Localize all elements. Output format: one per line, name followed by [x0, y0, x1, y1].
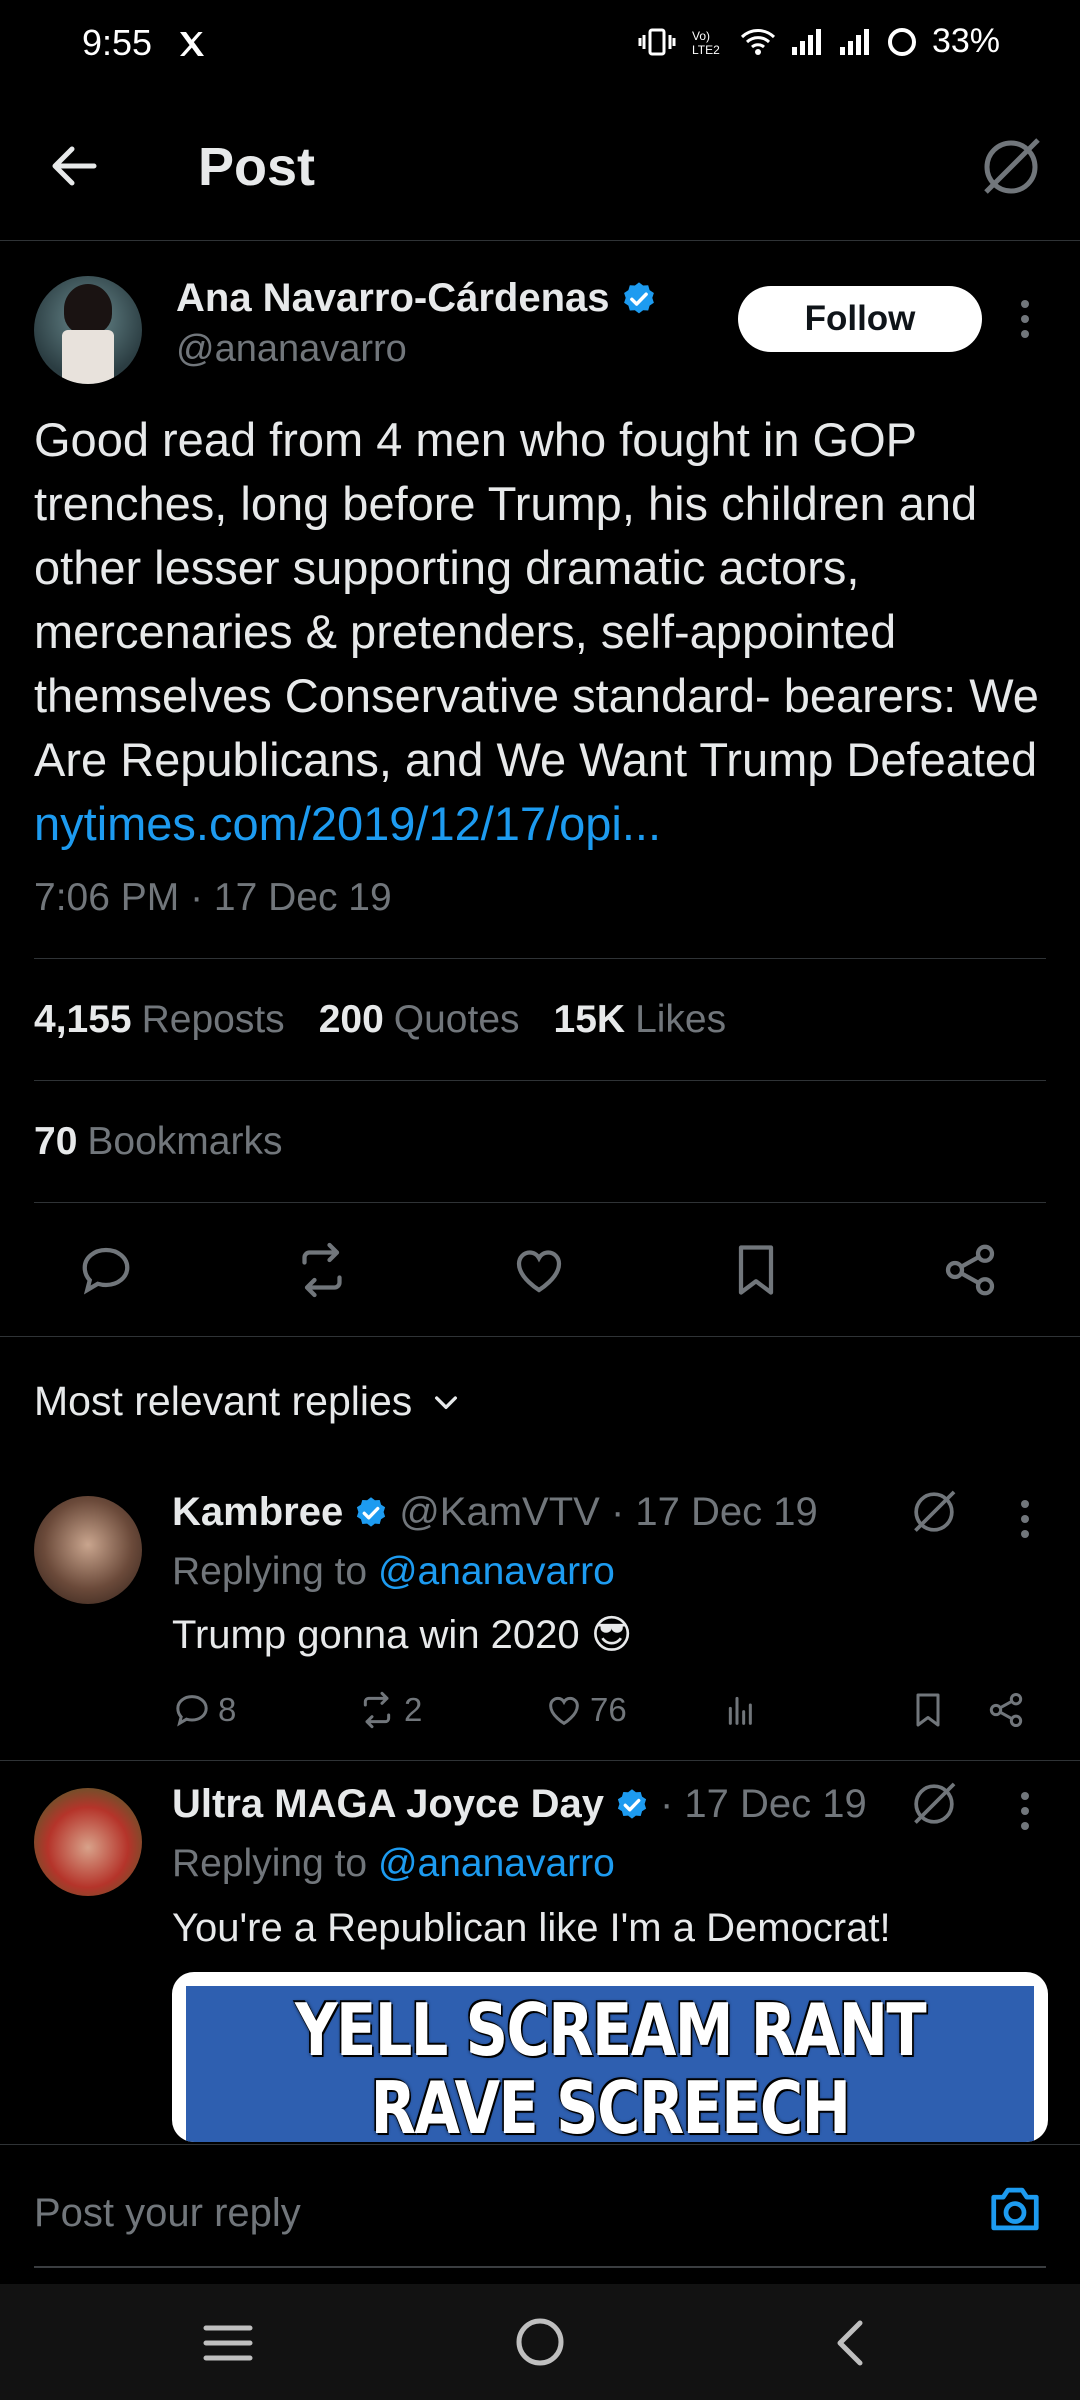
- post-body: Good read from 4 men who fought in GOP t…: [34, 413, 1039, 786]
- header-divider: [0, 240, 1080, 241]
- verified-badge-icon: [614, 1787, 650, 1823]
- reply-handle-date: · 17 Dec 19: [660, 1782, 867, 1826]
- author-avatar[interactable]: [34, 276, 142, 384]
- verified-badge-icon: [353, 1495, 389, 1531]
- grok-icon[interactable]: [908, 1778, 960, 1830]
- status-bar: 9:55 Vo) LTE2 33%: [0, 0, 1080, 90]
- x-logo-icon: [176, 28, 208, 60]
- reply-avatar[interactable]: [34, 1496, 142, 1604]
- reposts-stat[interactable]: 4,155 Reposts: [34, 998, 285, 1042]
- reply-author-name: Kambree: [172, 1490, 344, 1534]
- camera-icon[interactable]: [986, 2183, 1044, 2235]
- volte-icon: Vo)LTE2: [692, 29, 720, 57]
- like-icon[interactable]: [508, 1240, 570, 1300]
- grok-icon[interactable]: [908, 1486, 960, 1538]
- more-icon[interactable]: [1008, 296, 1042, 342]
- reply-icon: [176, 1695, 208, 1727]
- meme-text-line: YELL SCREAM RANT: [294, 1988, 927, 2072]
- meme-text-line: RAVE SCREECH HOLLER: [370, 2066, 851, 2142]
- reply-share-action[interactable]: [986, 1690, 1026, 1730]
- reply-author-row[interactable]: Ultra MAGA Joyce Day · 17 Dec 19: [172, 1782, 867, 1827]
- views-icon: [728, 1696, 752, 1725]
- reply-author-name: Ultra MAGA Joyce Day: [172, 1782, 604, 1826]
- more-icon[interactable]: [1008, 1496, 1042, 1542]
- bookmarks-stat[interactable]: 70 Bookmarks: [34, 1120, 282, 1164]
- signal-icon-1: [791, 28, 821, 55]
- top-bar: Post: [0, 120, 1080, 240]
- menu-icon[interactable]: [202, 2320, 254, 2366]
- divider: [34, 958, 1046, 959]
- divider: [0, 1760, 1080, 1761]
- quotes-stat[interactable]: 200 Quotes: [319, 998, 520, 1042]
- replying-to-handle[interactable]: @ananavarro: [378, 1550, 615, 1593]
- divider: [34, 1202, 1046, 1203]
- vibrate-icon: [638, 28, 676, 55]
- reply-author-row[interactable]: Kambree @KamVTV · 17 Dec 19: [172, 1490, 818, 1535]
- divider: [34, 1080, 1046, 1081]
- reply-composer[interactable]: Post your reply: [0, 2144, 1080, 2284]
- post-link[interactable]: nytimes.com/2019/12/17/opi...: [34, 797, 661, 850]
- author-name: Ana Navarro-Cárdenas: [176, 276, 610, 320]
- back-arrow-icon[interactable]: [44, 134, 108, 198]
- battery-percent: 33%: [931, 22, 1000, 60]
- composer-underline: [34, 2266, 1046, 2268]
- share-icon: [989, 1693, 1023, 1727]
- author-handle[interactable]: @ananavarro: [176, 328, 407, 371]
- post-text: Good read from 4 men who fought in GOP t…: [34, 408, 1054, 856]
- post-action-bar: [0, 1210, 1080, 1330]
- divider: [0, 1336, 1080, 1337]
- svg-text:LTE2: LTE2: [692, 43, 720, 57]
- like-count: 76: [590, 1691, 627, 1728]
- repost-icon[interactable]: [290, 1240, 354, 1300]
- repost-icon: [363, 1691, 391, 1729]
- reply-comment-action[interactable]: 8: [172, 1690, 236, 1730]
- like-icon: [549, 1696, 579, 1726]
- battery-ring-icon: [887, 27, 916, 56]
- chevron-down-icon: [430, 1386, 462, 1418]
- bookmark-icon[interactable]: [726, 1240, 786, 1300]
- repost-count: 2: [404, 1691, 423, 1728]
- reply-text: You're a Republican like I'm a Democrat!: [172, 1906, 891, 1950]
- replies-sort-label: Most relevant replies: [34, 1378, 413, 1424]
- reply-icon[interactable]: [76, 1240, 136, 1300]
- reply-media-image[interactable]: YELL SCREAM RANT RAVE SCREECH HOLLER: [172, 1972, 1048, 2142]
- reply-repost-action[interactable]: 2: [356, 1690, 422, 1730]
- back-chevron-icon[interactable]: [830, 2318, 870, 2368]
- reply-avatar[interactable]: [34, 1788, 142, 1896]
- signal-icon-2: [839, 28, 869, 55]
- reply-text: Trump gonna win 2020 😎: [172, 1613, 633, 1657]
- post-timestamp: 7:06 PM · 17 Dec 19: [34, 876, 392, 919]
- likes-stat[interactable]: 15K Likes: [554, 998, 727, 1042]
- reply-bookmark-action[interactable]: [908, 1690, 948, 1730]
- replying-to: Replying to @ananavarro: [172, 1550, 615, 1593]
- bookmark-icon: [916, 1693, 940, 1727]
- reply-like-action[interactable]: 76: [544, 1690, 627, 1730]
- page-title: Post: [198, 137, 316, 197]
- engagement-stats: 4,155 Reposts 200 Quotes 15K Likes: [34, 998, 726, 1042]
- status-time: 9:55: [82, 22, 153, 63]
- svg-text:Vo): Vo): [692, 29, 710, 43]
- share-icon[interactable]: [940, 1240, 1000, 1300]
- reply-handle-date: @KamVTV · 17 Dec 19: [399, 1490, 818, 1534]
- reply-input[interactable]: Post your reply: [34, 2191, 301, 2236]
- status-right: Vo) LTE2 33%: [638, 22, 1000, 61]
- grok-icon[interactable]: [976, 132, 1046, 202]
- more-icon[interactable]: [1008, 1788, 1042, 1834]
- verified-badge-icon: [620, 280, 658, 318]
- replies-sort-selector[interactable]: Most relevant replies: [34, 1378, 462, 1425]
- system-nav-bar: [0, 2284, 1080, 2400]
- replying-to: Replying to @ananavarro: [172, 1842, 615, 1885]
- wifi-icon: [740, 28, 775, 55]
- reply-count: 8: [218, 1691, 237, 1728]
- reply-views-action[interactable]: [722, 1690, 762, 1730]
- follow-button[interactable]: Follow: [738, 286, 982, 352]
- replying-to-handle[interactable]: @ananavarro: [378, 1842, 615, 1885]
- home-circle-icon[interactable]: [514, 2316, 566, 2368]
- bookmarks-stats: 70 Bookmarks: [34, 1120, 282, 1164]
- author-name-row[interactable]: Ana Navarro-Cárdenas: [176, 276, 658, 321]
